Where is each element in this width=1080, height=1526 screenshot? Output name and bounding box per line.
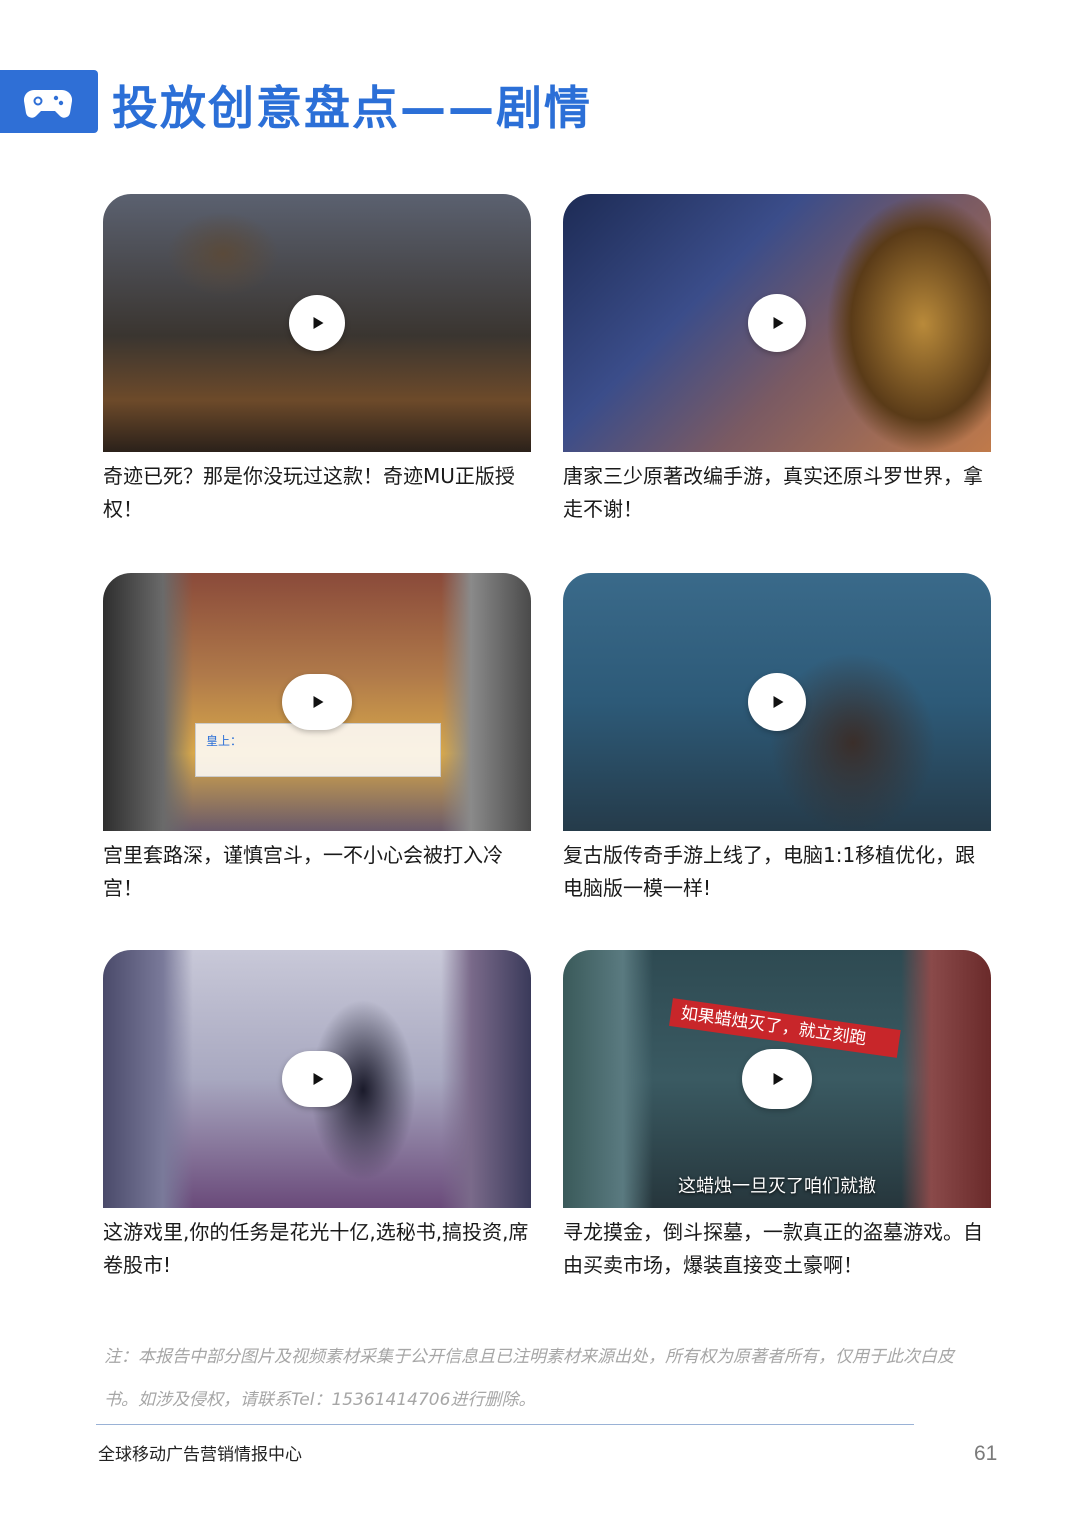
- video-thumbnail[interactable]: [103, 950, 531, 1208]
- dialog-text: 皇上：: [206, 734, 243, 748]
- video-caption: 寻龙摸金，倒斗探墓，一款真正的盗墓游戏。自由买卖市场，爆装直接变土豪啊！: [563, 1220, 983, 1277]
- page-number: 61: [974, 1442, 998, 1465]
- video-caption: 奇迹已死？那是你没玩过这款！奇迹MU正版授权！: [103, 464, 515, 521]
- video-card-3: 皇上： 宫里套路深，谨慎宫斗，一不小心会被打入冷宫！: [103, 573, 531, 905]
- organization-name: 全球移动广告营销情报中心: [98, 1445, 302, 1465]
- video-caption: 这游戏里,你的任务是花光十亿,选秘书,搞投资,席卷股市!: [103, 1220, 529, 1277]
- video-thumbnail[interactable]: [563, 573, 991, 831]
- video-thumbnail[interactable]: 皇上：: [103, 573, 531, 831]
- page-title: 投放创意盘点——剧情: [112, 81, 592, 135]
- video-caption: 复古版传奇手游上线了，电脑1:1移植优化，跟电脑版一模一样!: [563, 843, 976, 900]
- section-icon-bar: [0, 70, 98, 133]
- footer-divider: [96, 1424, 914, 1425]
- video-caption: 唐家三少原著改编手游，真实还原斗罗世界，拿走不谢！: [563, 464, 983, 521]
- video-subtitle: 这蜡烛一旦灭了咱们就撤: [678, 1176, 876, 1197]
- play-button[interactable]: [282, 1051, 352, 1107]
- video-thumbnail[interactable]: [103, 194, 531, 452]
- copyright-note: 注：本报告中部分图片及视频素材采集于公开信息且已注明素材来源出处，所有权为原著者…: [104, 1347, 954, 1410]
- video-caption: 宫里套路深，谨慎宫斗，一不小心会被打入冷宫！: [103, 843, 503, 900]
- play-button[interactable]: [289, 295, 345, 351]
- play-button[interactable]: [282, 674, 352, 730]
- play-button[interactable]: [742, 1049, 812, 1109]
- play-button[interactable]: [748, 673, 806, 731]
- video-thumbnail[interactable]: [563, 194, 991, 452]
- video-thumbnail[interactable]: 如果蜡烛灭了，就立刻跑 这蜡烛一旦灭了咱们就撤: [563, 950, 991, 1208]
- video-card-6: 如果蜡烛灭了，就立刻跑 这蜡烛一旦灭了咱们就撤 寻龙摸金，倒斗探墓，一款真正的盗…: [563, 950, 991, 1282]
- video-card-1: 奇迹已死？那是你没玩过这款！奇迹MU正版授权！: [103, 194, 531, 526]
- video-card-2: 唐家三少原著改编手游，真实还原斗罗世界，拿走不谢！: [563, 194, 991, 526]
- video-card-5: 这游戏里,你的任务是花光十亿,选秘书,搞投资,席卷股市!: [103, 950, 531, 1282]
- video-card-4: 复古版传奇手游上线了，电脑1:1移植优化，跟电脑版一模一样!: [563, 573, 991, 905]
- dialog-box: 皇上：: [195, 723, 441, 777]
- play-button[interactable]: [748, 294, 806, 352]
- gamepad-icon: [24, 89, 72, 118]
